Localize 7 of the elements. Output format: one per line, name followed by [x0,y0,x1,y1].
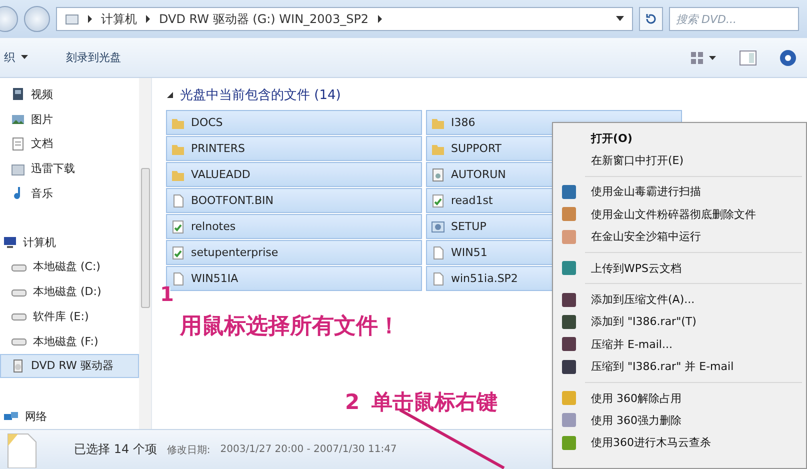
selection-count: 已选择 14 个项 [74,441,157,458]
date-label: 修改日期: [166,444,210,456]
group-heading: 光盘中当前包含的文件 (14) [180,87,341,104]
annotation-text: 用鼠标选择所有文件！ [180,313,400,341]
annotation-text: 单击鼠标右键 [372,389,498,416]
annotation-number: 2 [345,390,360,414]
date-range: 2003/1/27 20:00 - 2007/1/30 11:47 [220,444,397,455]
